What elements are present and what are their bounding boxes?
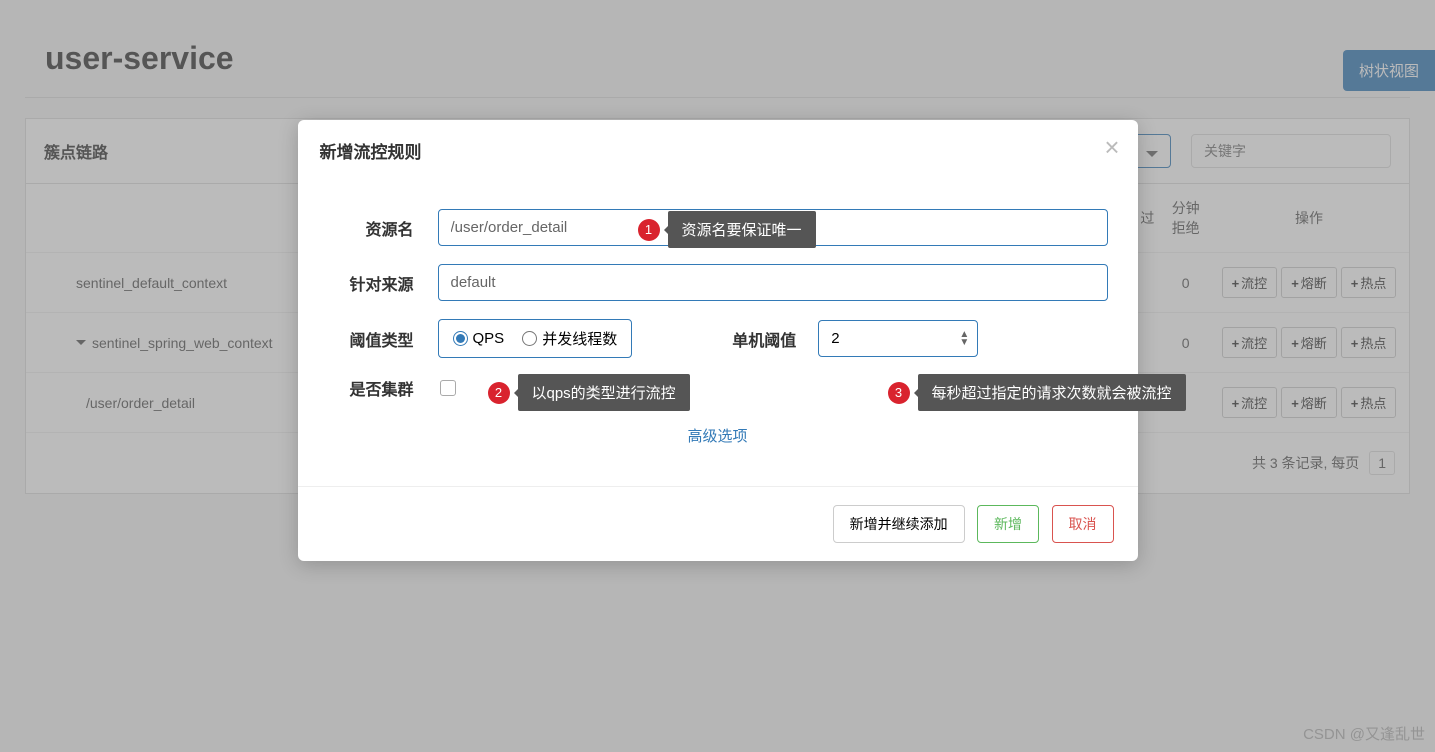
cluster-checkbox[interactable] bbox=[440, 380, 456, 396]
row-threshold-type: 阈值类型 QPS 并发线程数 单机阈值 2 ▲▼ bbox=[328, 319, 1108, 358]
modal-footer: 新增并继续添加 新增 取消 bbox=[298, 486, 1138, 561]
label-resource: 资源名 bbox=[328, 216, 438, 240]
add-button[interactable]: 新增 bbox=[977, 505, 1039, 543]
row-cluster: 是否集群 2 以qps的类型进行流控 3 每秒超过指定的请求次数就会被流控 bbox=[328, 376, 1108, 400]
callout-2-text: 以qps的类型进行流控 bbox=[532, 382, 676, 403]
number-spinner-icon[interactable]: ▲▼ bbox=[959, 331, 969, 347]
callout-1: 1 资源名要保证唯一 bbox=[668, 211, 816, 248]
threshold-value: 2 bbox=[831, 330, 839, 347]
threshold-type-group: QPS 并发线程数 bbox=[438, 319, 633, 358]
radio-threads-input[interactable] bbox=[522, 331, 537, 346]
callout-3: 3 每秒超过指定的请求次数就会被流控 bbox=[918, 374, 1186, 411]
close-icon[interactable]: × bbox=[1104, 134, 1119, 160]
add-continue-button[interactable]: 新增并继续添加 bbox=[833, 505, 965, 543]
modal-title: 新增流控规则 bbox=[320, 138, 1116, 163]
modal-overlay: 新增流控规则 × 资源名 1 资源名要保证唯一 针对来源 阈值类型 QP bbox=[0, 0, 1435, 752]
watermark: CSDN @又逢乱世 bbox=[1303, 723, 1425, 744]
advanced-row: 高级选项 bbox=[328, 425, 1108, 446]
callout-1-text: 资源名要保证唯一 bbox=[682, 219, 802, 240]
advanced-link[interactable]: 高级选项 bbox=[687, 428, 747, 445]
radio-qps-label: QPS bbox=[473, 330, 505, 347]
radio-qps[interactable]: QPS bbox=[453, 330, 505, 347]
flow-rule-modal: 新增流控规则 × 资源名 1 资源名要保证唯一 针对来源 阈值类型 QP bbox=[298, 120, 1138, 561]
callout-3-text: 每秒超过指定的请求次数就会被流控 bbox=[932, 382, 1172, 403]
callout-badge-2: 2 bbox=[488, 382, 510, 404]
source-input[interactable] bbox=[438, 264, 1108, 301]
modal-header: 新增流控规则 × bbox=[298, 120, 1138, 181]
row-resource: 资源名 1 资源名要保证唯一 bbox=[328, 209, 1108, 246]
threshold-input[interactable]: 2 ▲▼ bbox=[818, 320, 978, 357]
radio-threads-label: 并发线程数 bbox=[542, 328, 617, 349]
callout-badge-1: 1 bbox=[638, 219, 660, 241]
label-source: 针对来源 bbox=[328, 271, 438, 295]
label-cluster: 是否集群 bbox=[328, 376, 438, 400]
cancel-button[interactable]: 取消 bbox=[1052, 505, 1114, 543]
label-threshold-type: 阈值类型 bbox=[328, 327, 438, 351]
radio-qps-input[interactable] bbox=[453, 331, 468, 346]
row-source: 针对来源 bbox=[328, 264, 1108, 301]
label-single-threshold: 单机阈值 bbox=[732, 327, 796, 351]
radio-threads[interactable]: 并发线程数 bbox=[522, 328, 617, 349]
callout-2: 2 以qps的类型进行流控 bbox=[518, 374, 690, 411]
callout-badge-3: 3 bbox=[888, 382, 910, 404]
